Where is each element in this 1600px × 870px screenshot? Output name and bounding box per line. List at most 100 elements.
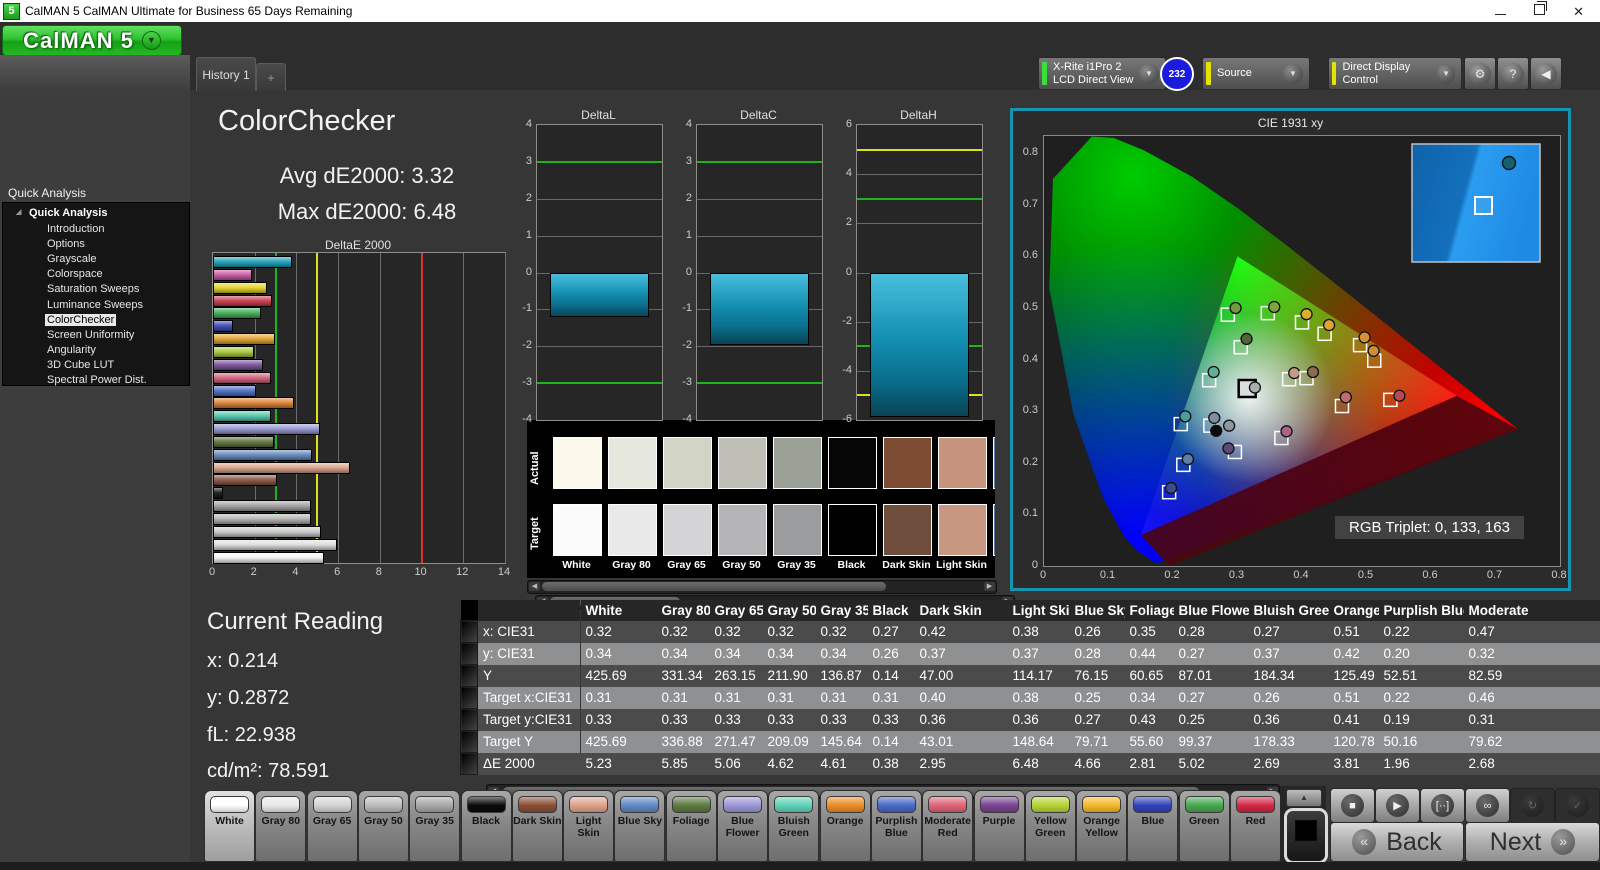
tree-root-label: Quick Analysis	[29, 207, 108, 219]
deltal-bar	[550, 272, 649, 317]
play-icon: ▶	[1386, 794, 1409, 817]
patch-button-blue-sky[interactable]: Blue Sky	[614, 790, 666, 862]
sidebar-item-options[interactable]: Options	[3, 236, 189, 251]
measurement-table-wrap: White Gray 80 Gray 65 Gray 50 Gray 35 Black Da…	[460, 600, 1600, 775]
patch-color-chip	[1082, 796, 1122, 813]
reference-line-10	[420, 253, 423, 563]
patch-button-purplish-blue[interactable]: Purplish Blue	[870, 790, 922, 862]
patch-button-green[interactable]: Green	[1178, 790, 1230, 862]
table-cell: 3.81	[1328, 752, 1379, 775]
next-button[interactable]: Next »	[1465, 822, 1600, 862]
patch-button-moderate-red[interactable]: Moderate Red	[922, 790, 974, 862]
patch-button-light-skin[interactable]: Light Skin	[563, 790, 615, 862]
table-row-label: Y	[477, 664, 581, 687]
sidebar-item-colorchecker[interactable]: ColorChecker	[3, 312, 189, 327]
stop-button[interactable]: ■	[1330, 788, 1375, 823]
interval-button[interactable]: [··]	[1420, 788, 1465, 823]
patch-button-dark-skin[interactable]: Dark Skin	[511, 790, 563, 862]
tab-add-button[interactable]: +	[256, 63, 286, 91]
patch-button-orange-yellow[interactable]: Orange Yellow	[1076, 790, 1128, 862]
calman-logo[interactable]: CalMAN 5 ▼	[2, 25, 182, 56]
table-cell: 209.09	[762, 730, 816, 753]
sidebar-item-3d-cube-lut[interactable]: 3D Cube LUT	[3, 358, 189, 373]
ytick: 0	[685, 265, 692, 278]
ytick: -4	[682, 413, 692, 425]
play-button[interactable]: ▶	[1375, 788, 1420, 823]
restore-button[interactable]	[1534, 1, 1548, 18]
patch-button-red[interactable]: Red	[1230, 790, 1281, 862]
close-button[interactable]: ✕	[1573, 5, 1584, 18]
pattern-up-button[interactable]: ▲	[1286, 789, 1322, 807]
minimize-button[interactable]	[1495, 4, 1507, 18]
panel-collapse-button[interactable]: ◀	[1530, 57, 1562, 90]
gridline	[537, 198, 662, 200]
table-col-moderate: Moderate	[1463, 600, 1600, 621]
settings-button[interactable]: ⚙	[1464, 57, 1496, 90]
sidebar-item-screen-uniformity[interactable]: Screen Uniformity	[3, 327, 189, 342]
display-status-stripe	[1332, 62, 1337, 85]
sidebar-item-grayscale[interactable]: Grayscale	[3, 251, 189, 266]
table-cell: 0.22	[1378, 620, 1464, 643]
swatch-label: Blue Sky	[989, 559, 995, 571]
de-bar-light-skin	[213, 461, 351, 474]
table-cell: 0.38	[867, 752, 915, 775]
patch-color-chip	[1030, 796, 1070, 813]
actual-swatch-gray-50	[718, 437, 767, 489]
check-button[interactable]: ✓	[1555, 788, 1600, 823]
table-cell: 125.49	[1328, 664, 1379, 687]
sidebar-item-colorspace[interactable]: Colorspace	[3, 267, 189, 282]
meter-dropdown[interactable]: X-Rite i1Pro 2 LCD Direct View ▼	[1038, 57, 1166, 90]
back-button[interactable]: « Back	[1330, 822, 1464, 862]
patch-button-gray-65[interactable]: Gray 65	[306, 790, 358, 862]
current-reading-fl: fL: 22.938	[207, 724, 296, 746]
patch-button-gray-35[interactable]: Gray 35	[409, 790, 461, 862]
patch-button-orange[interactable]: Orange	[819, 790, 871, 862]
patch-button-gray-80[interactable]: Gray 80	[255, 790, 307, 862]
sidebar-item-spectral-power-dist-[interactable]: Spectral Power Dist.	[3, 373, 189, 388]
sidebar-item-introduction[interactable]: Introduction	[3, 221, 189, 236]
table-cell: 0.34	[656, 642, 710, 665]
table-cell: 0.32	[1463, 642, 1600, 665]
swatch-label: Gray 50	[722, 559, 761, 571]
source-dropdown[interactable]: Source ▼	[1202, 57, 1310, 90]
reference-line-5	[316, 253, 319, 563]
tree-expander-icon[interactable]: ◢	[16, 208, 21, 216]
patch-button-bluish-green[interactable]: Bluish Green	[768, 790, 820, 862]
de-bar-cyan	[213, 256, 293, 268]
table-cell: 0.32	[580, 620, 657, 643]
display-control-dropdown[interactable]: Direct Display Control ▼	[1328, 57, 1462, 90]
patch-button-blue-flower[interactable]: Blue Flower	[717, 790, 768, 862]
table-row-target-y-cie31: Target y:CIE31 0.33 0.33 0.33 0.33 0.33 0.33 0.…	[460, 708, 1600, 731]
patch-button-yellow-green[interactable]: Yellow Green	[1024, 790, 1076, 862]
sidebar-item-saturation-sweeps[interactable]: Saturation Sweeps	[3, 282, 189, 297]
cie-xtick: 0.8	[1551, 569, 1567, 581]
patch-color-chip	[1133, 796, 1173, 813]
de-bar-green	[213, 307, 261, 320]
meter-count-badge[interactable]: 232	[1160, 57, 1194, 91]
chart-title-deltac: DeltaC	[740, 108, 777, 122]
table-cell: 0.31	[815, 686, 868, 709]
tree-root[interactable]: ◢ Quick Analysis	[3, 203, 189, 221]
patch-button-white[interactable]: White	[204, 790, 255, 862]
help-button[interactable]: ?	[1497, 57, 1529, 90]
source-label: Source	[1217, 67, 1252, 79]
patch-button-purple[interactable]: Purple	[973, 790, 1025, 862]
patch-button-blue[interactable]: Blue	[1127, 790, 1179, 862]
patch-button-label: Orange	[826, 815, 864, 827]
refresh-button[interactable]: ↻	[1510, 788, 1555, 823]
deltac-bar	[710, 272, 809, 345]
actual-swatch-light-skin	[938, 437, 987, 489]
table-cell: 136.87	[815, 664, 868, 687]
tab-history-1[interactable]: History 1	[196, 57, 256, 91]
patch-button-black[interactable]: Black	[460, 790, 512, 862]
logo-menu-arrow-icon[interactable]: ▼	[141, 31, 161, 50]
pattern-window-button[interactable]	[1284, 808, 1328, 864]
de-bar-black	[213, 487, 223, 500]
patch-button-gray-50[interactable]: Gray 50	[357, 790, 409, 862]
loop-button[interactable]: ∞	[1465, 788, 1510, 823]
swatch-scrollbar[interactable]: ◀ ▶	[527, 580, 997, 594]
patch-button-foliage[interactable]: Foliage	[665, 790, 717, 862]
sidebar-item-angularity[interactable]: Angularity	[3, 343, 189, 358]
sidebar-item-luminance-sweeps[interactable]: Luminance Sweeps	[3, 297, 189, 312]
table-row-label: Target x:CIE31	[477, 686, 581, 709]
